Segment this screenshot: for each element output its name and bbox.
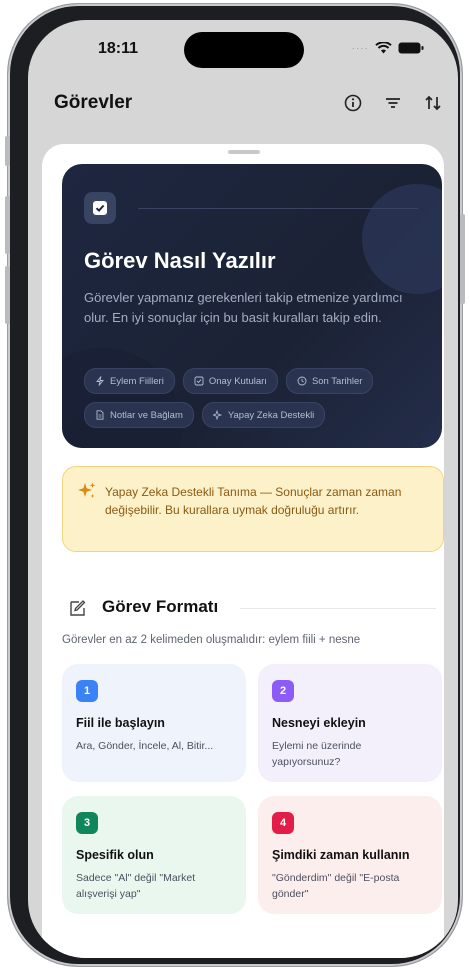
format-card-2: 2 Nesneyi ekleyin Eylemi ne üzerinde yap… [258, 664, 442, 782]
chip-label: Onay Kutuları [208, 375, 267, 387]
volume-down-button [5, 266, 10, 324]
hero-description: Görevler yapmanız gerekenleri takip etme… [84, 290, 403, 325]
edit-icon [70, 600, 86, 616]
format-card-4: 4 Şimdiki zaman kullanın "Gönderdim" değ… [258, 796, 442, 914]
sparkles-icon [212, 410, 223, 420]
phone-frame: 18:11 ···· Görevler Görev Nasıl Yazılır … [5, 4, 465, 966]
hero-divider [138, 208, 418, 209]
chip-label: Son Tarihler [311, 375, 363, 387]
nav-bar: Görevler [28, 86, 458, 126]
hero-chips: Eylem Fiilleri Onay Kutuları Son Tarihle… [84, 368, 434, 428]
dynamic-island [184, 32, 304, 68]
chip-label: Yapay Zeka Destekli [227, 409, 315, 421]
sort-icon[interactable] [422, 92, 444, 114]
info-icon[interactable] [342, 92, 364, 114]
card-title: Spesifik olun [76, 848, 154, 862]
card-description: Eylemi ne üzerinde yapıyorsunuz? [272, 740, 362, 768]
card-title: Şimdiki zaman kullanın [272, 848, 410, 862]
chip-checkboxes: Onay Kutuları [182, 368, 278, 394]
step-number-badge: 1 [76, 680, 98, 702]
card-description: Ara, Gönder, İncele, Al, Bitir... [76, 740, 214, 752]
sparkles-icon [78, 482, 96, 498]
sheet-grabber[interactable] [228, 150, 260, 154]
chip-label: Eylem Fiilleri [110, 375, 164, 387]
battery-icon [398, 42, 424, 54]
chip-ai-powered: Yapay Zeka Destekli [201, 402, 326, 428]
checkbox-icon [194, 376, 204, 386]
filter-icon[interactable] [382, 92, 404, 114]
wifi-icon [375, 42, 392, 54]
section-divider [240, 608, 436, 609]
step-number-badge: 3 [76, 812, 98, 834]
card-description: Sadece "Al" değil "Market alışverişi yap… [76, 872, 196, 900]
status-bar: 18:11 ···· [28, 20, 458, 80]
power-button [460, 214, 465, 304]
format-card-1: 1 Fiil ile başlayın Ara, Gönder, İncele,… [62, 664, 246, 782]
ai-notice-banner: Yapay Zeka Destekli Tanıma — Sonuçlar za… [62, 466, 444, 552]
checkbox-icon [84, 192, 116, 224]
hero-card: Görev Nasıl Yazılır Görevler yapmanız ge… [62, 164, 442, 448]
chip-label: Notlar ve Bağlam [110, 409, 183, 421]
section-subtitle: Görevler en az 2 kelimeden oluşmalıdır: … [62, 634, 361, 646]
status-time: 18:11 [98, 40, 139, 57]
bolt-icon [96, 376, 104, 386]
hero-decoration [362, 184, 442, 294]
hero-title: Görev Nasıl Yazılır [84, 248, 276, 273]
chip-deadlines: Son Tarihler [285, 368, 374, 394]
section-title: Görev Formatı [102, 597, 219, 616]
card-description: "Gönderdim" değil "E-posta gönder" [272, 872, 400, 900]
help-sheet: Görev Nasıl Yazılır Görevler yapmanız ge… [42, 144, 444, 958]
signal-icon: ···· [351, 42, 369, 54]
chip-action-verbs: Eylem Fiilleri [84, 368, 175, 394]
action-button [5, 136, 10, 166]
step-number-badge: 4 [272, 812, 294, 834]
ai-notice-text: Yapay Zeka Destekli Tanıma — Sonuçlar za… [105, 485, 402, 517]
format-section-header: Görev Formatı [62, 594, 442, 622]
screen: 18:11 ···· Görevler Görev Nasıl Yazılır … [28, 20, 458, 958]
document-icon [96, 410, 104, 420]
page-title: Görevler [54, 92, 133, 113]
card-title: Fiil ile başlayın [76, 716, 165, 730]
format-card-3: 3 Spesifik olun Sadece "Al" değil "Marke… [62, 796, 246, 914]
clock-icon [297, 376, 307, 386]
volume-up-button [5, 196, 10, 254]
card-title: Nesneyi ekleyin [272, 716, 366, 730]
chip-notes-context: Notlar ve Bağlam [84, 402, 194, 428]
nav-actions [342, 92, 444, 114]
step-number-badge: 2 [272, 680, 294, 702]
status-indicators: ···· [352, 42, 424, 54]
